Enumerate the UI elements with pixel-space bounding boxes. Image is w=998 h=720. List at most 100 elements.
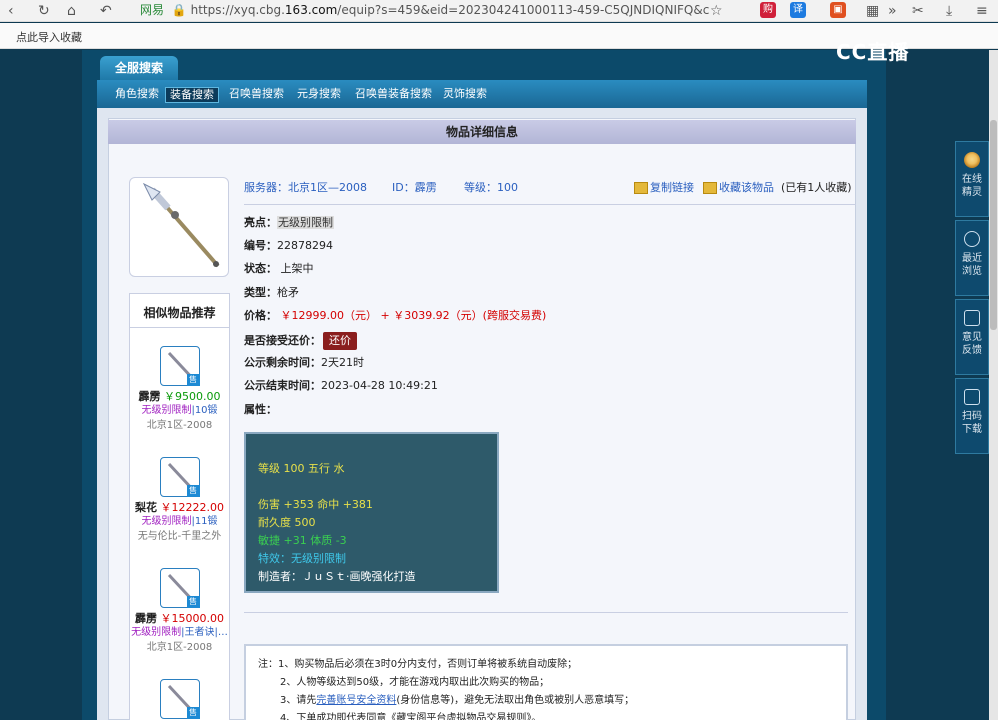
server-value: 北京1区—2008	[288, 181, 367, 194]
similar-item[interactable]: 售 霹雳 ￥9500.00 无级别限制|10锻 北京1区-2008	[130, 346, 229, 434]
server-label: 服务器：	[244, 181, 288, 194]
security-info-link[interactable]: 完善账号安全资料	[316, 695, 396, 706]
feedback-button[interactable]: 意见 反馈	[955, 299, 989, 375]
side-label: 意见	[962, 332, 982, 343]
more-icon[interactable]: »	[888, 3, 897, 19]
tab-all-server-search[interactable]: 全服搜索	[100, 56, 178, 80]
status-value: 上架中	[280, 262, 314, 275]
attr-agility-constitution: 敏捷 +31 体质 -3	[258, 534, 347, 547]
note-3-post: (身份信息等)，避免无法取出角色或被别人恶意填写；	[396, 695, 635, 706]
level-value: 100	[497, 181, 518, 194]
scissors-icon[interactable]: ✂	[912, 3, 924, 19]
price-value: ￥12999.00（元） + ￥3039.92（元）(跨服交易费)	[280, 309, 547, 322]
back-icon[interactable]: ‹	[8, 3, 14, 19]
attributes-label: 属性：	[244, 403, 277, 416]
subnav-ornament-search[interactable]: 灵饰搜索	[439, 87, 491, 101]
level-label: 等级：	[464, 181, 497, 194]
attr-maker: 制造者：ＪｕＳｔ·画晚强化打造	[258, 570, 416, 583]
favorite-button[interactable]: 收藏该物品	[703, 181, 774, 195]
cc-live-logo: CC直播	[836, 40, 910, 64]
type-label: 类型：	[244, 286, 277, 299]
sell-badge: 售	[186, 707, 200, 719]
similar-item[interactable]: 售 梨花 ￥12222.00 无级别限制|11锻 无与伦比-千里之外	[130, 457, 229, 545]
attr-damage-hit: 伤害 +353 命中 +381	[258, 498, 373, 511]
similar-item-tag: 无级别限制	[141, 516, 192, 527]
sell-badge: 售	[186, 596, 200, 608]
attr-special-effect: 特效：无级别限制	[258, 552, 346, 565]
similar-item-name: 霹雳	[138, 390, 161, 403]
highlight-value: 无级别限制	[277, 216, 334, 229]
counter-offer-button[interactable]: 还价	[323, 332, 357, 350]
undo-icon[interactable]: ↶	[100, 3, 112, 19]
type-value: 枪矛	[277, 286, 299, 299]
similar-item-thumb[interactable]: 售	[159, 679, 200, 719]
scrollbar-thumb[interactable]	[990, 120, 997, 330]
subnav-pet-search[interactable]: 召唤兽搜索	[225, 87, 288, 101]
price-label: 价格：	[244, 309, 277, 322]
status-row: 状态： 上架中	[244, 262, 314, 276]
similar-item-level: |王者诀|…	[181, 627, 228, 638]
scan-download-button[interactable]: 扫码 下载	[955, 378, 989, 454]
similar-item-server: 北京1区-2008	[146, 420, 213, 431]
note-3-pre: 3、请先	[280, 695, 317, 706]
online-assistant-button[interactable]: 在线 精灵	[955, 141, 989, 217]
item-info-header: 服务器：北京1区—2008 ID：霹雳 等级：100 复制链接 收藏该物品 (已…	[244, 181, 856, 205]
similar-item-price: ￥9500.00	[164, 390, 221, 403]
spear-icon	[142, 182, 220, 268]
subnav-equip-search[interactable]: 装备搜索	[165, 87, 219, 103]
url-scheme: https://xyq.cbg.	[190, 3, 285, 17]
menu-icon[interactable]: ≡	[976, 3, 988, 19]
import-bookmarks-link[interactable]: 点此导入收藏	[16, 29, 82, 45]
divider	[244, 612, 848, 613]
extension-game-icon[interactable]: ▣	[830, 2, 846, 18]
favorite-count: (已有1人收藏)	[781, 181, 852, 194]
price-row: 价格： ￥12999.00（元） + ￥3039.92（元）(跨服交易费)	[244, 309, 546, 323]
extension-shop-icon[interactable]: 购	[760, 2, 776, 18]
counter-offer-row: 是否接受还价： 还价	[244, 332, 357, 350]
side-label: 在线	[962, 174, 982, 185]
subnav-spirit-search[interactable]: 元身搜索	[293, 87, 345, 101]
secure-badge: 网易	[140, 3, 165, 17]
extension-translate-icon[interactable]: 译	[790, 2, 806, 18]
similar-item[interactable]: 售	[130, 679, 229, 719]
subnav-pet-equip-search[interactable]: 召唤兽装备搜索	[351, 87, 436, 101]
page-scrollbar[interactable]	[989, 50, 998, 720]
note-2: 2、人物等级达到50级，才能在游戏内取出此次购买的物品；	[280, 677, 550, 688]
highlight-label: 亮点：	[244, 216, 277, 229]
end-time-value: 2023-04-28 10:49:21	[321, 379, 438, 392]
similar-item-price: ￥15000.00	[160, 612, 225, 625]
home-icon[interactable]: ⌂	[67, 3, 76, 19]
apps-grid-icon[interactable]: ▦	[866, 3, 879, 19]
similar-items-title: 相似物品推荐	[130, 294, 229, 328]
similar-item-thumb[interactable]: 售	[159, 457, 200, 497]
purchase-notes: 注：1、购买物品后必须在3时0分内支付，否则订单将被系统自动废除； 2、人物等级…	[244, 644, 848, 720]
counter-offer-label: 是否接受还价：	[244, 334, 321, 347]
star-icon[interactable]: ☆	[710, 3, 723, 19]
url-domain: 163.com	[284, 3, 338, 17]
id-label: ID：	[392, 181, 415, 194]
similar-item[interactable]: 售 霹雳 ￥15000.00 无级别限制|王者诀|… 北京1区-2008	[130, 568, 229, 656]
side-label: 浏览	[962, 266, 982, 277]
side-label: 最近	[962, 253, 982, 264]
similar-item-thumb[interactable]: 售	[159, 346, 200, 386]
browser-toolbar: ‹ ↻ ⌂ ↶ 网易 🔒 https://xyq.cbg.163.com/equ…	[0, 0, 998, 22]
refresh-icon[interactable]: ↻	[38, 3, 50, 19]
sell-badge: 售	[186, 374, 200, 386]
similar-item-name: 梨花	[135, 501, 157, 514]
remaining-time-row: 公示剩余时间：2天21时	[244, 356, 364, 370]
side-label: 扫码	[962, 411, 982, 422]
sell-badge: 售	[186, 485, 200, 497]
copy-link-button[interactable]: 复制链接	[634, 181, 694, 195]
url-bar[interactable]: 网易 🔒 https://xyq.cbg.163.com/equip?s=459…	[140, 1, 740, 19]
subnav-role-search[interactable]: 角色搜索	[111, 87, 163, 101]
download-icon[interactable]: ⤓	[946, 3, 952, 19]
note-3: 3、请先完善账号安全资料(身份信息等)，避免无法取出角色或被别人恶意填写；	[280, 694, 634, 708]
recent-browse-button[interactable]: 最近 浏览	[955, 220, 989, 296]
similar-item-thumb[interactable]: 售	[159, 568, 200, 608]
number-row: 编号：22878294	[244, 239, 333, 253]
item-image	[129, 177, 229, 277]
level-info: 等级：100	[464, 181, 518, 195]
clock-icon	[964, 231, 980, 247]
url-path: /equip?s=459&eid=202304241000113-459-C5Q…	[337, 3, 710, 17]
attr-level-element: 等级 100 五行 水	[258, 462, 345, 475]
